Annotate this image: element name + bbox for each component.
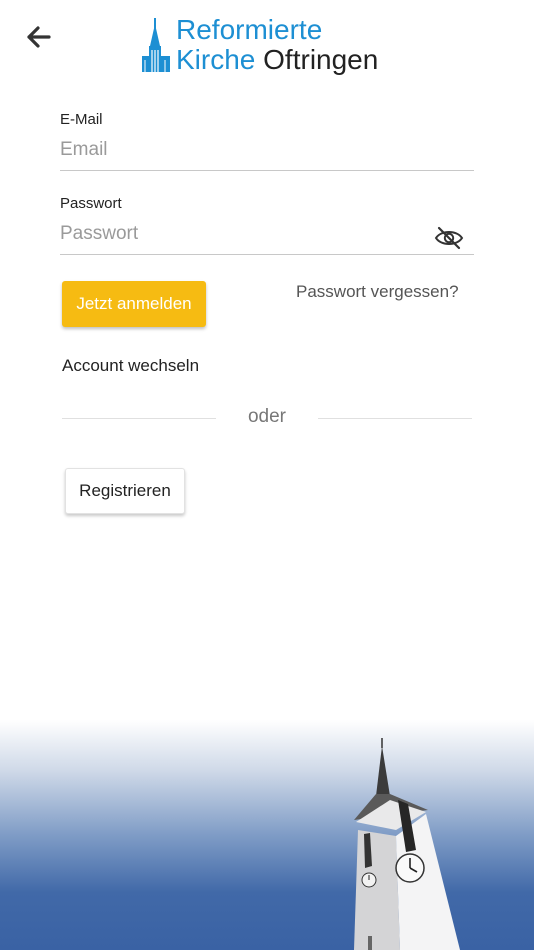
eye-off-icon[interactable] [434, 226, 464, 250]
back-button[interactable] [22, 20, 56, 54]
switch-account-link[interactable]: Account wechseln [62, 356, 199, 376]
arrow-left-icon [27, 26, 51, 48]
email-input[interactable] [60, 131, 474, 171]
register-button[interactable]: Registrieren [65, 468, 185, 514]
password-field-group: Passwort [60, 195, 474, 255]
email-field-group: E-Mail [60, 111, 474, 171]
password-input[interactable] [60, 215, 474, 255]
email-label: E-Mail [60, 111, 103, 128]
logo-word-town: Oftringen [263, 44, 379, 75]
login-button[interactable]: Jetzt anmelden [62, 281, 206, 327]
divider-label: oder [247, 406, 287, 427]
church-icon [142, 18, 170, 72]
church-logo: Reformierte Kirche Oftringen [142, 14, 402, 80]
forgot-password-link[interactable]: Passwort vergessen? [296, 282, 459, 302]
logo-title-line1: Reformierte [176, 14, 323, 45]
logo-word-kirche: Kirche [176, 44, 256, 75]
divider-left [62, 418, 216, 419]
divider-right [318, 418, 472, 419]
church-tower-illustration [354, 738, 460, 950]
password-label: Passwort [60, 195, 122, 212]
logo-title-line2: Kirche Oftringen [176, 44, 378, 76]
